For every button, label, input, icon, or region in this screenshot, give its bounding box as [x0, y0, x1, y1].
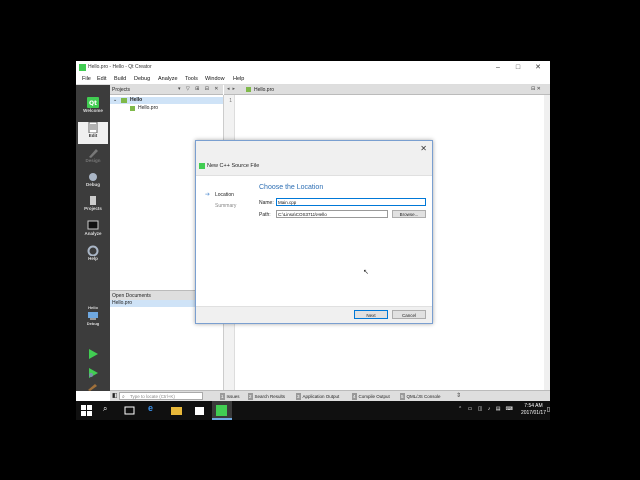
qt-app-icon — [199, 163, 205, 169]
qt-logo-icon: Qt — [87, 97, 99, 108]
nav-arrows-icon[interactable]: ◂▸ — [227, 86, 238, 92]
tab-qml-js-console[interactable]: 5 QML/JS Console — [400, 393, 441, 400]
mode-analyze[interactable]: Analyze — [78, 220, 108, 242]
debug-run-icon[interactable] — [87, 367, 99, 379]
qt-app-icon — [79, 64, 86, 71]
window-title: Hello.pro - Hello - Qt Creator — [88, 64, 152, 70]
document-icon — [88, 122, 98, 133]
maximize-button[interactable]: □ — [510, 63, 526, 72]
next-button[interactable]: Next — [354, 310, 388, 319]
mode-welcome[interactable]: Qt Welcome — [78, 97, 108, 119]
svg-text:Qt: Qt — [89, 100, 97, 107]
menu-build[interactable]: Build — [114, 76, 126, 82]
dialog-title: New C++ Source File — [207, 163, 260, 169]
qt-creator-window: Hello.pro - Hello - Qt Creator – □ ✕ Fil… — [76, 61, 550, 403]
computer-icon — [88, 312, 98, 320]
tree-item-hello-pro[interactable]: Hello.pro — [110, 105, 223, 112]
tab-search-results[interactable]: 2 Search Results — [248, 393, 285, 400]
project-folder-icon — [121, 98, 127, 103]
bug-icon — [89, 173, 97, 181]
new-file-dialog: ✕ New C++ Source File ➔ Location Summary… — [195, 140, 433, 324]
editor-toolbar: ◂▸ Hello.pro ⊟ ✕ — [224, 85, 550, 95]
windows-taskbar: ⌕ e ⌃ ▭ ◫ ♪ ▤ ⌨ 7:54 AM 2017/01/17 ▯ — [76, 401, 550, 420]
path-label: Path: — [259, 212, 271, 218]
title-bar[interactable]: Hello.pro - Hello - Qt Creator – □ ✕ — [76, 61, 550, 74]
dialog-body: ➔ Location Summary Choose the Location N… — [196, 175, 432, 307]
mode-projects[interactable]: Projects — [78, 195, 108, 217]
chevron-down-icon[interactable]: ⌄ — [113, 97, 117, 103]
menu-edit[interactable]: Edit — [97, 76, 106, 82]
tree-item-hello[interactable]: ⌄ Hello — [110, 97, 223, 104]
page-heading: Choose the Location — [259, 184, 324, 191]
search-icon[interactable]: ⌕ — [103, 404, 107, 414]
menu-tools[interactable]: Tools — [185, 76, 198, 82]
menu-help[interactable]: Help — [233, 76, 244, 82]
editor-scrollbar[interactable] — [544, 95, 550, 390]
menu-file[interactable]: File — [82, 76, 91, 82]
panel-toolbar-icons[interactable]: ▾ ▽ ⊞ ⊟ ✕ — [178, 86, 220, 92]
pen-icon — [89, 149, 98, 158]
locator-input[interactable]: ⌕ Type to locate (Ctrl+K) — [119, 392, 203, 400]
kit-selector[interactable]: Hello Debug — [78, 305, 108, 335]
name-label: Name: — [259, 200, 274, 206]
monitor-icon — [87, 220, 99, 230]
system-tray-icons[interactable]: ⌃ ▭ ◫ ♪ ▤ ⌨ — [458, 406, 515, 412]
file-explorer-icon[interactable] — [171, 405, 182, 416]
pro-file-icon — [130, 106, 135, 111]
pro-file-icon — [246, 87, 251, 92]
menu-debug[interactable]: Debug — [134, 76, 150, 82]
tab-issues[interactable]: 1 Issues — [220, 393, 240, 400]
notifications-icon[interactable]: ▯ — [547, 406, 550, 413]
mode-design[interactable]: Design — [78, 147, 108, 169]
tab-compile-output[interactable]: 4 Compile Output — [352, 393, 390, 400]
wrench-icon — [90, 196, 96, 205]
tab-application-output[interactable]: 3 Application Output — [296, 393, 339, 400]
menu-analyze[interactable]: Analyze — [158, 76, 178, 82]
lifebuoy-icon — [87, 245, 99, 256]
store-icon[interactable] — [194, 405, 205, 416]
task-view-icon[interactable] — [124, 405, 135, 416]
edge-browser-icon[interactable]: e — [148, 403, 153, 413]
step-location: Location — [215, 192, 234, 198]
close-window-button[interactable]: ✕ — [530, 63, 546, 72]
split-icon[interactable]: ⊟ ✕ — [531, 86, 541, 92]
run-icon[interactable] — [87, 348, 99, 360]
mouse-cursor-icon: ↖ — [363, 269, 369, 276]
clock[interactable]: 7:54 AM 2017/01/17 — [521, 403, 546, 417]
path-field[interactable]: C:\Linsa\COS3711\Hello — [276, 210, 388, 218]
qt-logo-icon — [216, 405, 227, 416]
menu-bar: File Edit Build Debug Analyze Tools Wind… — [76, 74, 550, 85]
mode-help[interactable]: Help — [78, 245, 108, 267]
build-hammer-icon[interactable] — [87, 383, 99, 391]
cancel-button[interactable]: Cancel — [392, 310, 426, 319]
current-step-arrow-icon: ➔ — [205, 192, 211, 198]
mode-selector: Qt Welcome Edit Design Debug Projects An… — [76, 85, 110, 391]
sidebar-toggle-icon[interactable]: ◧ — [112, 392, 118, 399]
mode-debug[interactable]: Debug — [78, 171, 108, 193]
projects-panel-header: Projects ▾ ▽ ⊞ ⊟ ✕ — [110, 85, 223, 95]
menu-window[interactable]: Window — [205, 76, 225, 82]
browse-button[interactable]: Browse... — [392, 210, 426, 218]
search-icon: ⌕ — [122, 394, 125, 400]
minimize-button[interactable]: – — [490, 63, 506, 72]
qt-creator-taskbar-button[interactable] — [212, 401, 232, 420]
mode-edit[interactable]: Edit — [78, 122, 108, 144]
name-field[interactable]: Main.cpp — [276, 198, 426, 206]
more-tabs-icon[interactable]: ⇕ — [456, 392, 461, 399]
close-icon[interactable]: ✕ — [420, 144, 427, 153]
windows-start-icon[interactable] — [81, 405, 92, 416]
step-summary: Summary — [215, 203, 237, 209]
